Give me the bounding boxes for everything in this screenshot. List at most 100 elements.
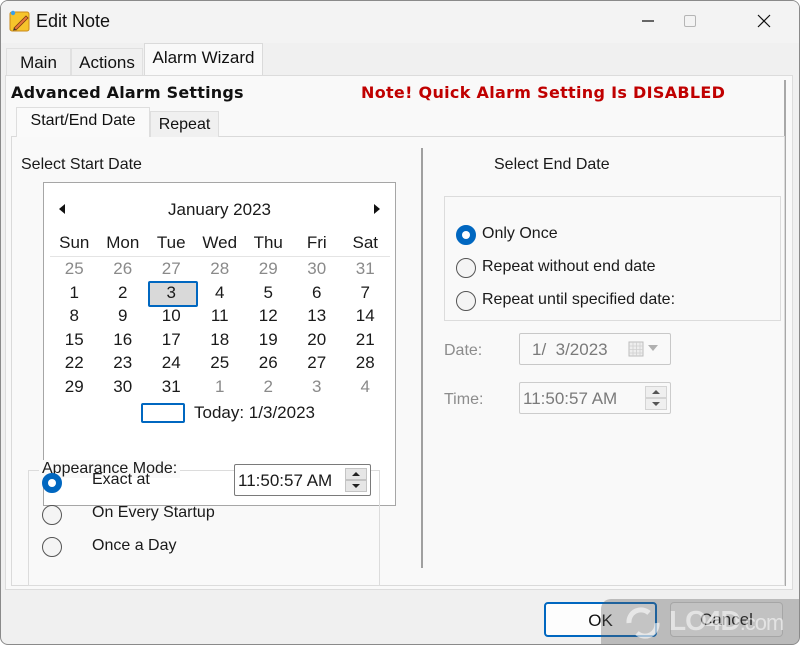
calendar-day[interactable]: 1	[196, 375, 245, 399]
close-button[interactable]	[741, 1, 787, 41]
every-startup-label[interactable]: On Every Startup	[92, 504, 215, 522]
tab-main[interactable]: Main	[6, 48, 71, 76]
once-a-day-label[interactable]: Once a Day	[92, 537, 176, 555]
calendar-day[interactable]: 26	[99, 257, 148, 281]
start-date-heading: Select Start Date	[21, 156, 142, 173]
watermark-brand: LO4D	[669, 605, 741, 636]
calendar-day[interactable]: 2	[244, 375, 293, 399]
calendar-day[interactable]: 30	[99, 375, 148, 399]
only-once-label[interactable]: Only Once	[482, 225, 558, 243]
calendar-day-number: 1	[69, 282, 79, 302]
calendar-day-number: 23	[113, 353, 133, 372]
calendar-day-number: 11	[210, 306, 229, 325]
calendar-day[interactable]: 30	[293, 257, 342, 281]
calendar-day[interactable]: 25	[50, 257, 99, 281]
calendar-week-row: 25 26 27 28 29 30 31	[50, 257, 390, 281]
calendar-day[interactable]: 21	[341, 328, 390, 352]
calendar-day[interactable]: 13	[293, 304, 342, 328]
calendar-day-number: 7	[360, 282, 370, 302]
calendar-day[interactable]: 29	[244, 257, 293, 281]
minimize-button[interactable]	[625, 1, 671, 41]
title-bar[interactable]: Edit Note	[1, 1, 799, 43]
calendar-day[interactable]: 14	[341, 304, 390, 328]
caret-up-icon	[352, 472, 360, 476]
repeat-until-label[interactable]: Repeat until specified date:	[482, 291, 675, 309]
calendar-day[interactable]: 27	[147, 257, 196, 281]
calendar-day-number: 6	[312, 282, 322, 302]
calendar-day[interactable]: 23	[99, 351, 148, 375]
end-time-input[interactable]: 11:50:57 AM	[519, 382, 671, 414]
calendar-day[interactable]: 19	[244, 328, 293, 352]
radio-every-startup[interactable]	[42, 505, 62, 525]
calendar-day-number: 31	[161, 376, 181, 396]
radio-only-once[interactable]	[456, 225, 476, 245]
main-tabbar: Main Actions Alarm Wizard	[1, 43, 799, 76]
spin-down-button[interactable]	[345, 480, 367, 492]
calendar-day[interactable]: 4	[341, 375, 390, 399]
calendar-day[interactable]: 10	[147, 304, 196, 328]
calendar-day[interactable]: 31	[341, 257, 390, 281]
radio-exact-at[interactable]	[42, 473, 62, 493]
start-date-calendar[interactable]: January 2023 Sun Mon Tue Wed Thu Fri Sat…	[43, 182, 396, 506]
weekday-label: Wed	[202, 233, 238, 252]
calendar-day[interactable]: 3	[293, 375, 342, 399]
calendar-day[interactable]: 16	[99, 328, 148, 352]
close-icon	[757, 14, 771, 28]
calendar-day[interactable]: 20	[293, 328, 342, 352]
calendar-day-number: 9	[118, 306, 128, 325]
end-date-picker[interactable]: 1/ 3/2023	[519, 333, 671, 365]
end-time-spinner[interactable]	[645, 386, 667, 410]
calendar-day[interactable]: 25	[196, 351, 245, 375]
calendar-day[interactable]: 8	[50, 304, 99, 328]
spin-up-button[interactable]	[345, 468, 367, 480]
calendar-week-row: 29 30 31 1 2 3 4	[50, 375, 390, 399]
spin-down-button[interactable]	[645, 398, 667, 410]
calendar-day[interactable]: 28	[341, 351, 390, 375]
calendar-day[interactable]: 15	[50, 328, 99, 352]
calendar-day[interactable]: 11	[196, 304, 245, 328]
calendar-day-number: 25	[210, 353, 230, 372]
triangle-right-icon[interactable]	[371, 202, 383, 216]
radio-repeat-no-end[interactable]	[456, 258, 476, 278]
calendar-day[interactable]: 28	[196, 257, 245, 281]
radio-once-a-day[interactable]	[42, 537, 62, 557]
calendar-day[interactable]: 6	[293, 281, 342, 305]
calendar-day[interactable]: 7	[341, 281, 390, 305]
calendar-day[interactable]: 1	[50, 281, 99, 305]
exact-at-label[interactable]: Exact at	[92, 471, 150, 489]
exact-time-spinner[interactable]	[345, 468, 367, 492]
calendar-day[interactable]: 24	[147, 351, 196, 375]
calendar-day[interactable]: 2	[99, 281, 148, 305]
calendar-day[interactable]: 17	[147, 328, 196, 352]
calendar-day[interactable]: 18	[196, 328, 245, 352]
radio-repeat-until[interactable]	[456, 291, 476, 311]
calendar-day[interactable]: 26	[244, 351, 293, 375]
tab-alarm-wizard[interactable]: Alarm Wizard	[144, 43, 263, 76]
calendar-day[interactable]: 29	[50, 375, 99, 399]
calendar-day[interactable]: 27	[293, 351, 342, 375]
calendar-day-number: 21	[355, 329, 375, 349]
caret-down-icon	[352, 484, 360, 488]
calendar-day[interactable]: 22	[50, 351, 99, 375]
calendar-day[interactable]: 4	[196, 281, 245, 305]
calendar-day[interactable]: 12	[244, 304, 293, 328]
today-label[interactable]: Today: 1/3/2023	[194, 403, 315, 423]
calendar-day[interactable]: 9	[99, 304, 148, 328]
calendar-day-number: 8	[69, 306, 79, 325]
repeat-no-end-label[interactable]: Repeat without end date	[482, 258, 655, 276]
calendar-month-label[interactable]: January 2023	[44, 200, 395, 220]
subtab-repeat[interactable]: Repeat	[150, 111, 219, 137]
calendar-day[interactable]: 31	[147, 375, 196, 399]
subtab-start-end-date[interactable]: Start/End Date	[16, 107, 150, 137]
tab-actions[interactable]: Actions	[71, 48, 143, 76]
calendar-day-number: 29	[258, 259, 278, 278]
exact-time-input[interactable]: 11:50:57 AM	[234, 464, 371, 496]
maximize-button[interactable]	[667, 1, 713, 41]
calendar-day-number: 4	[215, 282, 225, 302]
chevron-down-icon[interactable]	[648, 345, 658, 351]
calendar-day-selected[interactable]: 3	[147, 280, 198, 306]
calendar-day[interactable]: 5	[244, 281, 293, 305]
spin-up-button[interactable]	[645, 386, 667, 398]
today-link[interactable]: Today: 1/3/2023	[44, 400, 395, 423]
calendar-day-number: 31	[355, 259, 375, 278]
